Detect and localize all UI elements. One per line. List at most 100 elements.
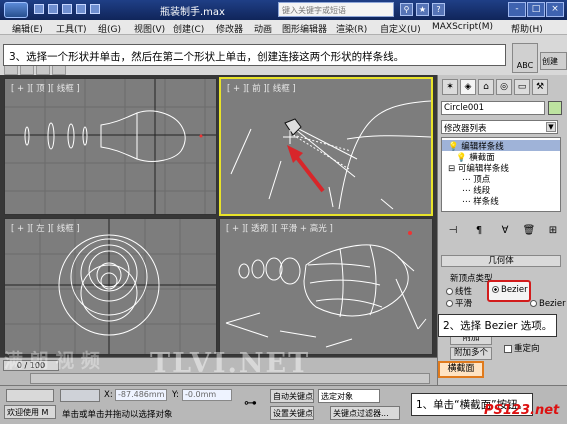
radio-smooth-dot	[446, 300, 453, 307]
modifier-stack: 💡 编辑样条线 💡 横截面 ⊟ 可编辑样条线 ⋯ 顶点 ⋯ 线段 ⋯ 样条线	[441, 137, 561, 212]
geometry-rollout-header[interactable]: 几何体	[441, 255, 561, 267]
menu-customize[interactable]: 自定义(U)	[380, 22, 421, 35]
menu-views[interactable]: 视图(V)	[134, 22, 165, 35]
binoculars-icon[interactable]: ⚲	[400, 3, 413, 16]
radio-bezier[interactable]: Bezier	[492, 285, 528, 295]
create-tab[interactable]: 创建	[540, 52, 567, 70]
x-coordinate-field[interactable]: -87.486mm	[115, 389, 167, 401]
maximize-button[interactable]: □	[527, 2, 545, 17]
hierarchy-panel-tab[interactable]: ⌂	[478, 79, 494, 95]
step2-callout: 2、选择 Bezier 选项。	[438, 314, 558, 337]
viewport-perspective[interactable]: [ + ][ 透视 ][ 平滑 + 高光 ]	[219, 218, 433, 355]
reorient-checkbox[interactable]: 重定向	[504, 342, 540, 354]
top-viewport-drawing	[5, 79, 216, 214]
create-panel-tab[interactable]: ✶	[442, 79, 458, 95]
menu-modifiers[interactable]: 修改器	[216, 22, 243, 35]
stack-item-editable-spline[interactable]: ⊟ 可编辑样条线	[442, 162, 560, 174]
show-end-result-icon[interactable]: ¶	[471, 223, 487, 239]
radio-bezier-corner[interactable]: Bezier 角点	[530, 297, 567, 309]
front-viewport-drawing	[230, 100, 431, 210]
maxscript-listener-box[interactable]	[6, 389, 54, 402]
minimize-button[interactable]: -	[508, 2, 526, 17]
object-name-field[interactable]: Circle001	[441, 101, 545, 115]
command-panel: ✶ ◈ ⌂ ◎ ▭ ⚒ Circle001 修改器列表 ▼ 💡 编辑样条线 💡 …	[437, 75, 567, 405]
utilities-panel-tab[interactable]: ⚒	[532, 79, 548, 95]
stack-item-segment[interactable]: ⋯ 线段	[442, 184, 560, 196]
window-title: 瓶装制手.max	[160, 7, 225, 18]
viewport-front-label[interactable]: [ + ][ 前 ][ 线框 ]	[227, 82, 296, 94]
close-button[interactable]: ×	[546, 2, 564, 17]
search-input[interactable]: 键入关键字或短语	[278, 2, 394, 17]
radio-linear-dot	[446, 288, 453, 295]
stack-item-vertex[interactable]: ⋯ 顶点	[442, 173, 560, 185]
menu-maxscript[interactable]: MAXScript(M)	[432, 22, 493, 32]
menu-bar: 编辑(E) 工具(T) 组(G) 视图(V) 创建(C) 修改器 动画 图形编辑…	[0, 20, 567, 35]
viewport-perspective-label[interactable]: [ + ][ 透视 ][ 平滑 + 高光 ]	[226, 222, 333, 234]
x-label: X:	[104, 390, 113, 400]
redo-icon[interactable]	[90, 4, 100, 14]
menu-rendering[interactable]: 渲染(R)	[336, 22, 367, 35]
y-label: Y:	[172, 390, 179, 400]
modify-panel-tab[interactable]: ◈	[460, 79, 476, 95]
stack-item-cross-section[interactable]: 💡 横截面	[442, 151, 560, 163]
y-coordinate-field[interactable]: -0.0mm	[182, 389, 232, 401]
stack-item-spline[interactable]: ⋯ 样条线	[442, 195, 560, 207]
undo-icon[interactable]	[76, 4, 86, 14]
menu-help[interactable]: 帮助(H)	[511, 22, 543, 35]
save-file-icon[interactable]	[62, 4, 72, 14]
attach-multiple-button[interactable]: 附加多个	[450, 347, 492, 360]
set-key-button[interactable]: 设置关键点	[270, 406, 314, 420]
site-logo: PS123.net	[484, 403, 560, 418]
geometry-rollout-title: 几何体	[488, 256, 514, 266]
stack-item-edit-spline[interactable]: 💡 编辑样条线	[442, 140, 560, 152]
radio-smooth[interactable]: 平滑	[446, 297, 472, 309]
pin-stack-icon[interactable]: ⊣	[445, 223, 461, 239]
selected-object-dropdown[interactable]: 选定对象	[318, 389, 380, 403]
watermark-cn: 满 朗 视 频	[4, 350, 100, 372]
modifier-list-dropdown[interactable]: 修改器列表 ▼	[441, 120, 558, 134]
instruction-caption: 3、选择一个形状并单击，然后在第二个形状上单击，创建连接这两个形状的样条线。	[3, 44, 506, 66]
perspective-viewport-drawing	[225, 231, 427, 348]
modifier-list-label: 修改器列表	[444, 124, 487, 134]
make-unique-icon[interactable]: ∀	[497, 223, 513, 239]
menu-animation[interactable]: 动画	[254, 22, 272, 35]
menu-tools[interactable]: 工具(T)	[56, 22, 87, 35]
configure-sets-icon[interactable]: ⊞	[545, 223, 561, 239]
motion-panel-tab[interactable]: ◎	[496, 79, 512, 95]
reorient-checkbox-box	[504, 344, 512, 353]
viewport-left-label[interactable]: [ + ][ 左 ][ 线框 ]	[11, 222, 80, 234]
app-logo-icon[interactable]	[4, 2, 28, 18]
open-file-icon[interactable]	[48, 4, 58, 14]
key-icon[interactable]: ⊶	[244, 397, 264, 411]
remove-modifier-icon[interactable]: 🗑	[521, 223, 537, 239]
chevron-down-icon: ▼	[546, 122, 556, 132]
viewport-front[interactable]: [ + ][ 前 ][ 线框 ]	[219, 77, 433, 216]
menu-graph-editors[interactable]: 图形编辑器	[282, 22, 327, 35]
spell-check-button[interactable]: ABC	[512, 43, 538, 73]
menu-group[interactable]: 组(G)	[98, 22, 121, 35]
stack-buttons: ⊣ ¶ ∀ 🗑 ⊞	[441, 223, 561, 239]
cross-section-button[interactable]: 横截面	[438, 361, 484, 378]
welcome-box[interactable]: 欢迎使用 M	[4, 405, 56, 419]
prompt-line: 单击或单击并拖动以选择对象	[62, 410, 173, 420]
help-icon[interactable]: ?	[432, 3, 445, 16]
key-filters-button[interactable]: 关键点过滤器...	[330, 406, 400, 420]
star-icon[interactable]: ★	[416, 3, 429, 16]
viewport-top-label[interactable]: [ + ][ 顶 ][ 线框 ]	[11, 82, 80, 94]
auto-key-button[interactable]: 自动关键点	[270, 389, 314, 403]
new-file-icon[interactable]	[34, 4, 44, 14]
red-arrow-icon	[287, 145, 325, 193]
menu-edit[interactable]: 编辑(E)	[12, 22, 43, 35]
radio-bezier-corner-dot	[530, 300, 537, 307]
radio-linear[interactable]: 线性	[446, 285, 472, 297]
viewport-top[interactable]: [ + ][ 顶 ][ 线框 ]	[4, 78, 217, 215]
left-viewport-drawing	[5, 219, 216, 354]
title-bar: 瓶装制手.max 键入关键字或短语 ⚲ ★ ? - □ ×	[0, 0, 567, 20]
watermark: TLVI.NET	[150, 348, 311, 379]
viewport-left[interactable]: [ + ][ 左 ][ 线框 ]	[4, 218, 217, 355]
selection-info-box	[60, 389, 100, 402]
viewport-area: [ + ][ 顶 ][ 线框 ] [ + ][ 前 ][线框] [+][…	[0, 75, 437, 357]
display-panel-tab[interactable]: ▭	[514, 79, 530, 95]
menu-create[interactable]: 创建(C)	[173, 22, 204, 35]
object-color-swatch[interactable]	[548, 101, 562, 115]
